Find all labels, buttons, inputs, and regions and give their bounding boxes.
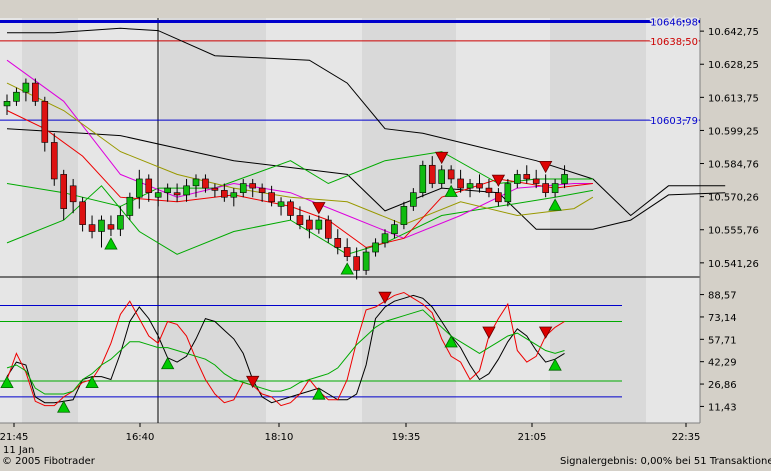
candle-body	[343, 247, 351, 257]
candle-body	[296, 215, 304, 225]
session-band	[456, 18, 550, 423]
candle-body	[50, 142, 58, 180]
candle-body	[381, 233, 389, 244]
candle-body	[277, 201, 285, 207]
signal-result-label: Signalergebnis: 0,00% bei 51 Transaktion…	[560, 456, 771, 467]
candle-body	[532, 178, 540, 184]
candle-body	[230, 192, 238, 198]
session-band	[0, 18, 22, 423]
candle-body	[268, 192, 275, 203]
oscillator-tick-label: 57,71	[708, 335, 737, 346]
candle-body	[164, 187, 171, 193]
candle-body	[306, 219, 313, 230]
price-tick-label: 10.642,75	[708, 27, 759, 38]
candle-body	[221, 190, 228, 198]
price-level-label: 10646,98	[650, 17, 698, 28]
candle-body	[561, 174, 568, 184]
candle-body	[79, 201, 86, 225]
oscillator-tick-label: 26,86	[708, 380, 737, 391]
time-tick-label: 21:05	[518, 432, 547, 443]
candle-body	[154, 192, 162, 198]
candle-body	[183, 185, 190, 196]
candle-body	[362, 251, 370, 271]
candle-body	[22, 82, 30, 93]
candle-body	[136, 178, 143, 198]
background-layer	[0, 18, 701, 424]
candle-body	[13, 91, 20, 102]
oscillator-tick-label: 11,43	[708, 402, 737, 413]
time-tick-label: 19:35	[392, 432, 421, 443]
candle-body	[126, 196, 134, 216]
candle-body	[447, 169, 455, 180]
candle-body	[211, 187, 219, 191]
candle-body	[98, 219, 105, 232]
candle-body	[504, 183, 512, 203]
candle-body	[3, 101, 11, 107]
time-tick-label: 21:45	[0, 432, 28, 443]
candle-body	[249, 183, 256, 189]
candle-body	[334, 238, 342, 248]
price-tick-label: 10.584,76	[708, 160, 759, 171]
price-tick-label: 10.541,26	[708, 259, 759, 270]
candle-body	[173, 192, 181, 196]
time-tick-label: 18:10	[265, 432, 294, 443]
candle-body	[287, 201, 294, 216]
candle-body	[315, 219, 323, 230]
price-tick-label: 10.599,25	[708, 126, 759, 137]
price-tick-label: 10.555,76	[708, 226, 759, 237]
candle-body	[457, 178, 464, 189]
candle-body	[88, 224, 96, 232]
chart-window: 10646,98 10638,50 10603,79 10.642,75 10.628…	[0, 0, 771, 471]
date-label: 11 Jan	[3, 445, 34, 456]
candle-body	[107, 224, 115, 230]
oscillator-tick-label: 88,57	[708, 291, 737, 302]
candle-body	[60, 174, 68, 209]
time-tick-label: 22:35	[672, 432, 701, 443]
candle-body	[513, 174, 521, 184]
candle-body	[438, 169, 446, 184]
candle-body	[400, 206, 408, 225]
candle-body	[523, 174, 531, 180]
candle-body	[466, 183, 474, 189]
candle-body	[145, 178, 153, 193]
candle-body	[551, 183, 559, 193]
session-band	[646, 18, 700, 423]
price-tick-label: 10.613,75	[708, 93, 759, 104]
candle-body	[410, 192, 417, 207]
candle-body	[69, 185, 77, 203]
oscillator-tick-label: 73,14	[708, 313, 737, 324]
candle-body	[542, 183, 549, 193]
candle-body	[239, 183, 247, 193]
candle-body	[324, 219, 332, 239]
candle-body	[117, 215, 124, 230]
candle-body	[476, 183, 483, 189]
oscillator-tick-label: 42,29	[708, 358, 737, 369]
candle-body	[428, 164, 436, 184]
price-level-label: 10638,50	[650, 37, 698, 48]
price-level-label: 10603,79	[650, 116, 698, 127]
candle-body	[353, 256, 360, 271]
candle-body	[32, 82, 39, 102]
candle-body	[495, 192, 502, 203]
candle-body	[391, 224, 398, 235]
candle-body	[419, 164, 427, 193]
chart-canvas[interactable]: 10646,98 10638,50 10603,79 10.642,75 10.628…	[0, 0, 771, 471]
price-tick-label: 10.628,25	[708, 60, 759, 71]
candle-body	[41, 101, 49, 143]
candle-body	[202, 178, 209, 189]
candle-body	[372, 242, 379, 253]
copyright-label: © 2005 Fibotrader	[2, 456, 95, 467]
price-tick-label: 10.570,26	[708, 193, 759, 204]
session-band	[266, 18, 362, 423]
candle-body	[258, 187, 266, 193]
candle-body	[192, 178, 200, 187]
candle-body	[485, 187, 493, 193]
time-tick-label: 16:40	[126, 432, 155, 443]
